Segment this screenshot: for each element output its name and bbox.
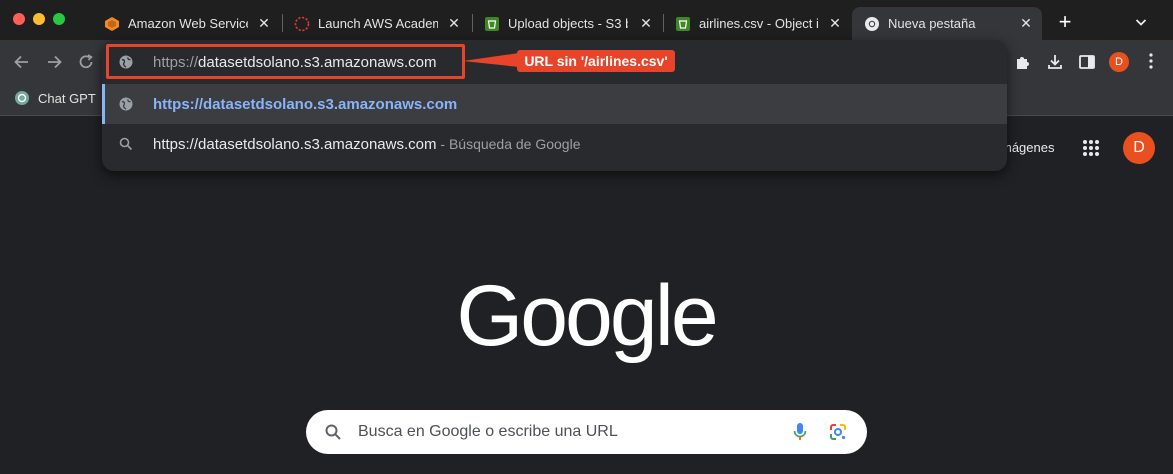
- close-icon[interactable]: ✕: [827, 15, 843, 31]
- search-icon: [119, 137, 133, 151]
- tab-nueva-pestana[interactable]: Nueva pestaña ✕: [852, 7, 1042, 40]
- bookmark-label: Chat GPT: [38, 90, 96, 106]
- bookmark-chat-gpt[interactable]: Chat GPT: [14, 90, 96, 106]
- search-icon: [325, 424, 341, 440]
- tab-aws-academy[interactable]: Launch AWS Academy ✕: [282, 7, 470, 40]
- tab-aws[interactable]: Amazon Web Services ✕: [92, 7, 280, 40]
- minimize-window-button[interactable]: [33, 13, 45, 25]
- search-placeholder: Busca en Google o escribe una URL: [358, 423, 618, 440]
- suggestion-search[interactable]: https://datasetdsolano.s3.amazonaws.com …: [102, 124, 1007, 164]
- profile-avatar[interactable]: D: [1109, 52, 1129, 72]
- extensions-puzzle-icon[interactable]: [1014, 53, 1032, 71]
- s3-bucket-icon: [676, 16, 690, 31]
- tab-title: Nueva pestaña: [888, 16, 976, 31]
- tab-title: Launch AWS Academy: [318, 16, 438, 31]
- chrome-icon: [865, 16, 879, 31]
- microphone-icon[interactable]: [793, 422, 807, 442]
- globe-icon: [119, 97, 133, 111]
- new-tab-plus-icon[interactable]: +: [1056, 11, 1074, 33]
- back-arrow-icon[interactable]: [12, 52, 32, 72]
- tab-airlines-csv[interactable]: airlines.csv - Object in ✕: [663, 7, 851, 40]
- forward-arrow-icon[interactable]: [44, 52, 64, 72]
- close-icon[interactable]: ✕: [638, 15, 654, 31]
- aws-academy-icon: [294, 16, 310, 31]
- close-icon[interactable]: ✕: [256, 15, 272, 31]
- browser-window: Amazon Web Services ✕ Launch AWS Academy…: [0, 0, 1173, 474]
- chevron-down-icon[interactable]: [1135, 16, 1147, 28]
- aws-icon: [105, 16, 119, 31]
- close-icon[interactable]: ✕: [1018, 15, 1034, 31]
- images-link[interactable]: mágenes: [1001, 140, 1054, 155]
- s3-bucket-icon: [485, 16, 499, 31]
- annotation-highlight-box: [106, 44, 465, 79]
- tab-title: Upload objects - S3 b: [508, 16, 628, 31]
- google-search-box[interactable]: Busca en Google o escribe una URL: [306, 410, 867, 454]
- tab-strip: Amazon Web Services ✕ Launch AWS Academy…: [0, 0, 1173, 40]
- suggestion-url-text: https://datasetdsolano.s3.amazonaws.com: [153, 95, 458, 113]
- more-menu-icon[interactable]: [1149, 52, 1153, 70]
- tab-upload-objects[interactable]: Upload objects - S3 b ✕: [472, 7, 662, 40]
- download-icon[interactable]: [1046, 53, 1064, 71]
- search-engine-suffix: - Búsqueda de Google: [436, 135, 581, 152]
- close-icon[interactable]: ✕: [446, 15, 462, 31]
- google-logo: Google: [456, 268, 718, 364]
- chatgpt-icon: [15, 91, 29, 105]
- google-lens-icon[interactable]: [828, 422, 848, 442]
- zoom-window-button[interactable]: [53, 13, 65, 25]
- annotation-label: URL sin '/airlines.csv': [517, 50, 675, 72]
- account-avatar[interactable]: D: [1123, 132, 1155, 164]
- tab-title: airlines.csv - Object in: [699, 16, 819, 31]
- tab-title: Amazon Web Services: [128, 16, 248, 31]
- annotation-pointer: [463, 53, 519, 67]
- reload-icon[interactable]: [76, 52, 96, 72]
- suggestion-search-text: https://datasetdsolano.s3.amazonaws.com …: [153, 136, 581, 153]
- search-query: https://datasetdsolano.s3.amazonaws.com: [153, 135, 437, 153]
- suggestion-url[interactable]: https://datasetdsolano.s3.amazonaws.com: [102, 84, 1007, 124]
- side-panel-icon[interactable]: [1078, 53, 1096, 71]
- close-window-button[interactable]: [13, 13, 25, 25]
- apps-grid-icon[interactable]: [1082, 139, 1100, 157]
- selection-indicator: [102, 84, 105, 124]
